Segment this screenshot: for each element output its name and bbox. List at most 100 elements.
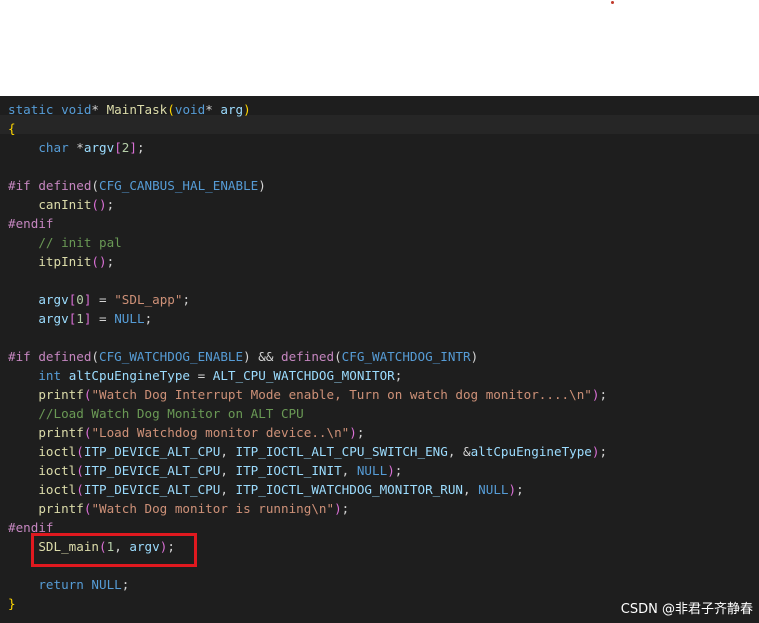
code-token: [ — [114, 140, 122, 155]
code-token: void — [174, 102, 206, 117]
code-line: #if defined(CFG_CANBUS_HAL_ENABLE) — [8, 176, 266, 195]
code-line: argv[1] = NULL; — [8, 309, 152, 328]
code-token: ; — [106, 197, 115, 212]
code-token: ( — [91, 178, 100, 193]
red-dot-mark — [611, 1, 614, 4]
code-line: printf("Watch Dog monitor is running\n")… — [8, 499, 349, 518]
code-token: ) — [243, 102, 251, 117]
code-token: "SDL_app" — [114, 292, 183, 307]
code-token: { — [8, 121, 16, 136]
code-token: ( — [76, 444, 84, 459]
code-line: static void* MainTask(void* arg) — [8, 100, 251, 119]
code-token: printf — [38, 501, 84, 516]
code-token: ) — [508, 482, 517, 497]
code-token: ALT_CPU_WATCHDOG_MONITOR — [212, 368, 395, 383]
code-token: ioctl — [38, 463, 77, 478]
code-token: , — [220, 463, 236, 478]
code-token: ioctl — [38, 444, 77, 459]
red-highlight-box — [31, 533, 197, 567]
code-token: altCpuEngineType — [470, 444, 592, 459]
code-token: ; — [121, 577, 130, 592]
code-token: printf — [38, 425, 84, 440]
code-token: ; — [136, 140, 145, 155]
code-token: * — [76, 140, 84, 155]
code-token: arg — [220, 102, 244, 117]
code-line: canInit(); — [8, 195, 114, 214]
code-token: "Watch Dog Interrupt Mode enable, Turn o… — [91, 387, 592, 402]
code-token: ; — [144, 311, 153, 326]
code-token: ITP_DEVICE_ALT_CPU — [83, 482, 221, 497]
code-token: = — [91, 292, 115, 307]
code-token: CFG_WATCHDOG_ENABLE — [99, 349, 244, 364]
code-token: ; — [599, 387, 608, 402]
code-line: //Load Watch Dog Monitor on ALT CPU — [8, 404, 303, 423]
code-token: altCpuEngineType — [68, 368, 191, 383]
code-line: ioctl(ITP_DEVICE_ALT_CPU, ITP_IOCTL_WATC… — [8, 480, 523, 499]
code-token: printf — [38, 387, 84, 402]
code-line: ioctl(ITP_DEVICE_ALT_CPU, ITP_IOCTL_ALT_… — [8, 442, 607, 461]
code-token: ITP_DEVICE_ALT_CPU — [83, 444, 221, 459]
code-token: ) && — [243, 349, 281, 364]
code-token: #if — [8, 178, 39, 193]
code-token: , — [220, 482, 236, 497]
code-token: NULL — [478, 482, 509, 497]
code-token: ) — [349, 425, 357, 440]
code-token: defined — [281, 349, 335, 364]
code-token: ) — [387, 463, 395, 478]
code-token: argv — [38, 311, 69, 326]
top-blank-area — [0, 0, 759, 96]
code-token: ITP_DEVICE_ALT_CPU — [83, 463, 221, 478]
code-token: defined — [38, 178, 92, 193]
code-token: ) — [470, 349, 479, 364]
code-token: ioctl — [38, 482, 77, 497]
code-token: #if — [8, 349, 39, 364]
code-line: #endif — [8, 214, 54, 233]
code-line: printf("Watch Dog Interrupt Mode enable,… — [8, 385, 607, 404]
code-token: ( — [76, 463, 84, 478]
code-token: argv — [83, 140, 115, 155]
code-token: NULL — [91, 577, 122, 592]
code-line: printf("Load Watchdog monitor device..\n… — [8, 423, 364, 442]
code-token: ; — [394, 368, 403, 383]
code-token: static — [8, 102, 62, 117]
code-token: ; — [106, 254, 115, 269]
code-token: () — [91, 254, 107, 269]
code-token: 0 — [76, 292, 84, 307]
code-line: { — [8, 119, 16, 138]
code-token: ; — [356, 425, 365, 440]
code-token: ITP_IOCTL_WATCHDOG_MONITOR_RUN — [235, 482, 463, 497]
code-token: ; — [599, 444, 608, 459]
code-token: = — [190, 368, 213, 383]
code-token: ( — [167, 102, 175, 117]
code-token: ; — [394, 463, 403, 478]
code-token: NULL — [114, 311, 145, 326]
csdn-watermark: CSDN @非君子齐静春 — [620, 602, 753, 617]
code-line: argv[0] = "SDL_app"; — [8, 290, 190, 309]
code-token: CFG_CANBUS_HAL_ENABLE — [99, 178, 259, 193]
code-token: ) — [334, 501, 342, 516]
code-token: ] — [129, 140, 137, 155]
code-line: itpInit(); — [8, 252, 114, 271]
code-token: * — [91, 102, 107, 117]
code-token: , — [462, 482, 479, 497]
code-token: void — [61, 102, 92, 117]
code-line: char *argv[2]; — [8, 138, 145, 157]
code-token: 1 — [76, 311, 84, 326]
code-line: return NULL; — [8, 575, 129, 594]
code-token: argv — [38, 292, 69, 307]
code-token: = — [91, 311, 115, 326]
code-token: #endif — [8, 216, 54, 231]
code-token: // init pal — [38, 235, 122, 250]
code-token: canInit — [38, 197, 92, 212]
code-token: int — [38, 368, 69, 383]
code-token: ( — [91, 349, 100, 364]
code-line: } — [8, 594, 16, 613]
